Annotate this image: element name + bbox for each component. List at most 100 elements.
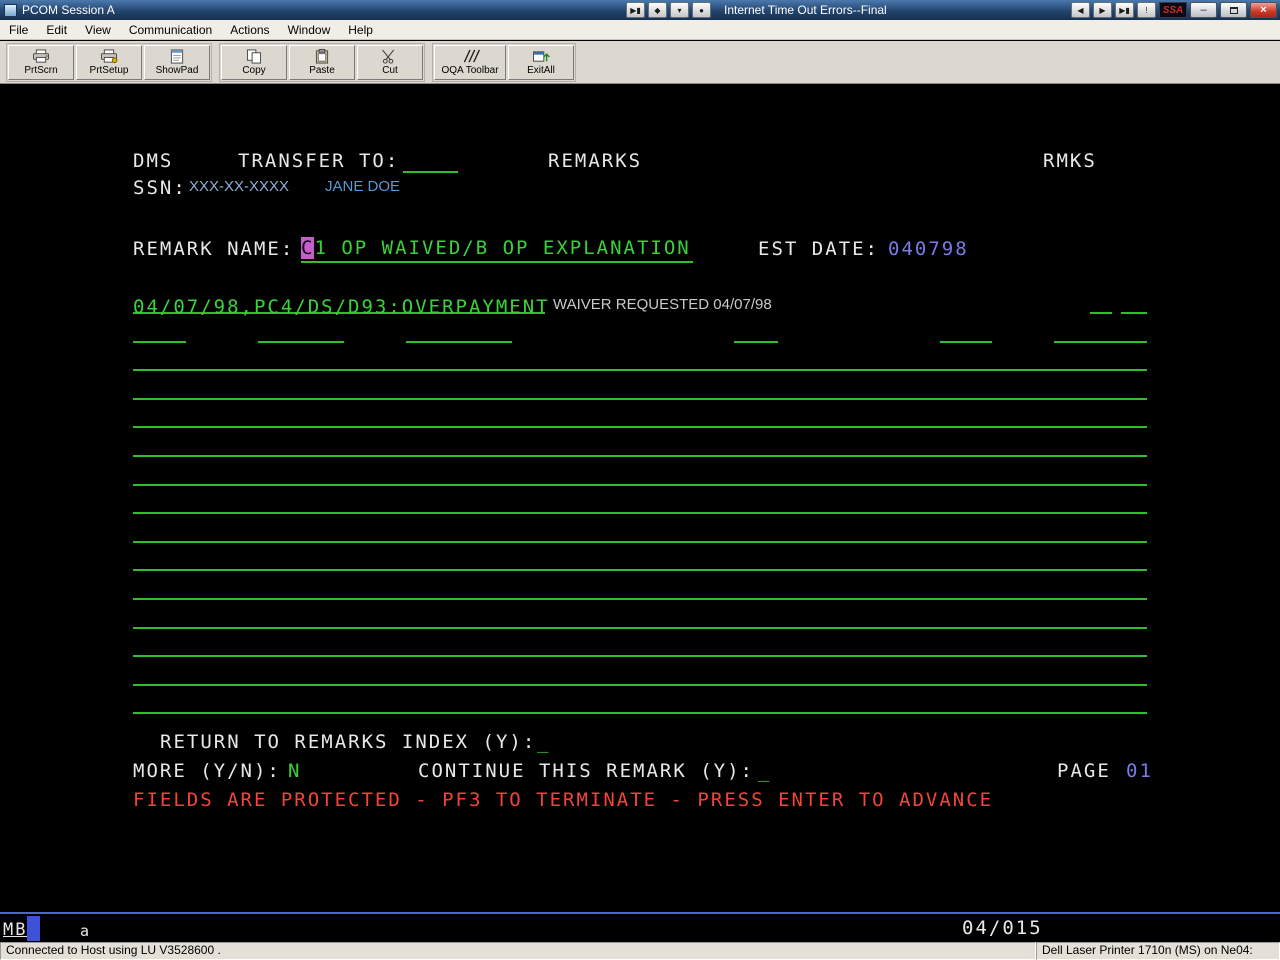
cut-button[interactable]: Cut — [357, 45, 423, 80]
prtsetup-label: PrtSetup — [90, 65, 129, 76]
menu-edit[interactable]: Edit — [37, 21, 76, 39]
continue-remark-label: CONTINUE THIS REMARK (Y): — [418, 760, 754, 782]
blank-remark-line — [133, 627, 1147, 629]
rmks-label: RMKS — [1043, 150, 1097, 172]
remark-name-value: 1 OP WAIVED/B OP EXPLANATION — [314, 237, 690, 259]
more-value[interactable]: N — [288, 760, 301, 782]
blank-remark-line — [133, 655, 1147, 657]
close-button[interactable]: × — [1250, 2, 1277, 18]
toolbar-group-misc: OQA Toolbar ExitAll — [432, 43, 576, 82]
nav-back-button[interactable]: ◀ — [1071, 2, 1090, 18]
page-value: 01 — [1126, 760, 1153, 782]
est-date-label: EST DATE: — [758, 238, 879, 260]
dms-label: DMS — [133, 150, 173, 172]
page-label: PAGE — [1057, 760, 1111, 782]
remark-name-label: REMARK NAME: — [133, 238, 294, 260]
menu-file[interactable]: File — [0, 21, 37, 39]
menu-view[interactable]: View — [76, 21, 120, 39]
window-title: PCOM Session A — [22, 3, 115, 17]
pcom-window: PCOM Session A ▶▮ ◆ ▾ ● Internet Time Ou… — [0, 0, 1280, 960]
oqa-toolbar-label: OQA Toolbar — [441, 65, 498, 76]
statusbar: Connected to Host using LU V3528600 . De… — [0, 942, 1280, 960]
return-to-index-field[interactable]: _ — [537, 731, 550, 753]
prtscrn-label: PrtScrn — [24, 65, 57, 76]
redaction-patch — [992, 335, 1054, 346]
terminal-screen: DMS TRANSFER TO: REMARKS RMKS SSN: XXX-X… — [0, 84, 1280, 912]
minimize-button[interactable]: – — [1190, 2, 1217, 18]
remark-annotation: WAIVER REQUESTED 04/07/98 — [553, 296, 772, 313]
oia-cursor-block — [27, 916, 40, 941]
blank-remark-line — [133, 512, 1147, 514]
printer-icon — [31, 49, 51, 64]
menubar: File Edit View Communication Actions Win… — [0, 20, 1280, 40]
redaction-patch — [778, 335, 940, 346]
notepad-icon — [167, 49, 187, 64]
nav-forward-button[interactable]: ▶▮ — [1115, 2, 1134, 18]
app-icon — [4, 4, 17, 17]
blank-remark-line — [133, 712, 1147, 714]
nav-play-button[interactable]: ▶ — [1093, 2, 1112, 18]
more-label: MORE (Y/N): — [133, 760, 281, 782]
oqa-toolbar-button[interactable]: OQA Toolbar — [434, 45, 506, 80]
scissors-icon — [380, 49, 400, 64]
continue-remark-field[interactable]: _ — [758, 760, 771, 782]
person-name: JANE DOE — [325, 178, 400, 195]
toolbar-group-print: PrtScrn PrtSetup ShowPad — [6, 43, 212, 82]
redaction-patch — [1112, 306, 1121, 317]
exitall-label: ExitAll — [527, 65, 555, 76]
prtsetup-button[interactable]: PrtSetup — [76, 45, 142, 80]
restore-button[interactable] — [1220, 2, 1247, 18]
toolbar-group-clipboard: Copy Paste Cut — [219, 43, 425, 82]
toolbar: PrtScrn PrtSetup ShowPad Copy Paste — [0, 41, 1280, 84]
copy-button[interactable]: Copy — [221, 45, 287, 80]
terminal-cursor[interactable]: C — [301, 237, 314, 259]
cursor-position-indicator: 04/015 — [962, 917, 1043, 939]
showpad-button[interactable]: ShowPad — [144, 45, 210, 80]
cut-label: Cut — [382, 65, 398, 76]
printer-setup-icon — [99, 49, 119, 64]
transfer-to-label: TRANSFER TO: — [238, 150, 399, 172]
blank-remark-line — [133, 455, 1147, 457]
remark-name-field[interactable]: C1 OP WAIVED/B OP EXPLANATION — [301, 237, 693, 263]
oia-status-indicator: MB — [3, 919, 27, 941]
blank-remark-line — [133, 541, 1147, 543]
alert-button[interactable]: ! — [1137, 2, 1156, 18]
ssa-logo: SSA — [1159, 2, 1187, 18]
blank-remark-line — [133, 484, 1147, 486]
blank-remark-line — [133, 569, 1147, 571]
transfer-to-field[interactable] — [403, 171, 458, 173]
connection-status: Connected to Host using LU V3528600 . — [0, 942, 1036, 960]
prtscrn-button[interactable]: PrtScrn — [8, 45, 74, 80]
menu-actions[interactable]: Actions — [221, 21, 278, 39]
restore-icon — [1230, 7, 1238, 14]
copy-label: Copy — [242, 65, 265, 76]
titlebar-left: PCOM Session A — [0, 3, 626, 17]
blank-remark-line — [133, 398, 1147, 400]
printer-status: Dell Laser Printer 1710n (MS) on Ne04: — [1036, 942, 1280, 960]
blank-remark-line — [133, 598, 1147, 600]
redaction-patch — [344, 335, 406, 346]
remark-body-text: 04/07/98,PC4/DS/D93:OVERPAYMENT — [133, 296, 550, 318]
diamond-button[interactable]: ◆ — [648, 2, 667, 18]
menu-help[interactable]: Help — [339, 21, 382, 39]
blank-remark-line — [133, 369, 1147, 371]
ssn-label: SSN: — [133, 177, 187, 199]
media-clip-button[interactable]: ▶▮ — [626, 2, 645, 18]
copy-icon — [244, 49, 264, 64]
oqa-lines-icon — [460, 49, 480, 64]
blank-remark-line — [133, 684, 1147, 686]
record-button[interactable]: ● — [692, 2, 711, 18]
return-to-index-label: RETURN TO REMARKS INDEX (Y): — [160, 731, 536, 753]
redaction-patch — [186, 335, 258, 346]
paste-label: Paste — [309, 65, 335, 76]
est-date-value: 040798 — [888, 238, 969, 260]
remarks-title: REMARKS — [548, 150, 642, 172]
menu-communication[interactable]: Communication — [120, 21, 221, 39]
exitall-button[interactable]: ExitAll — [508, 45, 574, 80]
dropdown-chevron-button[interactable]: ▾ — [670, 2, 689, 18]
menu-window[interactable]: Window — [279, 21, 340, 39]
paste-button[interactable]: Paste — [289, 45, 355, 80]
ssn-value: XXX-XX-XXXX — [189, 178, 289, 195]
oia-input-char: a — [80, 920, 91, 942]
protected-fields-warning: FIELDS ARE PROTECTED - PF3 TO TERMINATE … — [133, 789, 993, 811]
